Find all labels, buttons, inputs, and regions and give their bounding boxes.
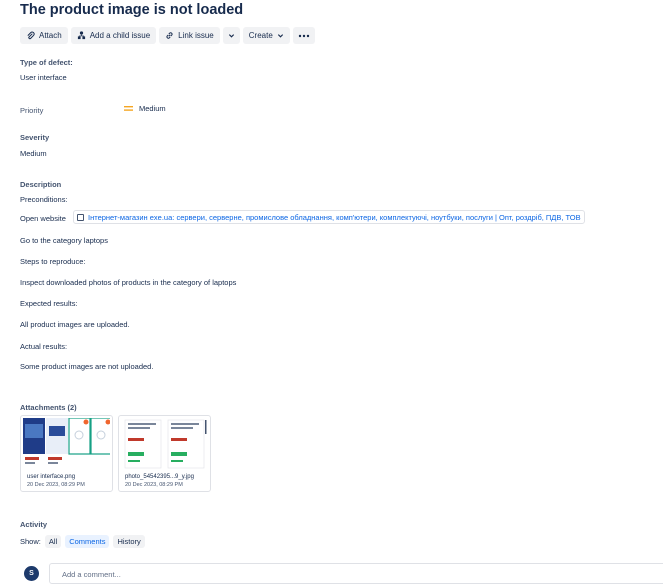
website-link[interactable]: Інтернет-магазин exe.ua: сервери, сервер… — [73, 210, 585, 224]
type-of-defect-label: Type of defect: — [20, 58, 73, 67]
create-label: Create — [248, 31, 273, 40]
link-issue-button[interactable]: Link issue — [159, 27, 220, 44]
child-issue-icon — [77, 31, 85, 40]
link-icon — [166, 32, 173, 39]
type-of-defect-value[interactable]: User interface — [20, 73, 67, 82]
severity-label: Severity — [20, 133, 50, 142]
activity-filter: Show: All Comments History — [20, 535, 145, 548]
attachment-card[interactable]: user interface.png 20 Dec 2023, 08:29 PM — [20, 415, 113, 492]
add-child-label: Add a child issue — [89, 31, 151, 40]
chevron-down-icon — [228, 34, 234, 38]
attach-label: Attach — [39, 31, 62, 40]
add-child-issue-button[interactable]: Add a child issue — [70, 27, 157, 44]
inspect-text: Inspect downloaded photos of products in… — [20, 278, 237, 287]
severity-value[interactable]: Medium — [20, 149, 47, 158]
attachment-date: 20 Dec 2023, 08:29 PM — [27, 482, 85, 488]
attachment-thumbnail — [23, 418, 110, 470]
webpage-icon — [77, 213, 84, 221]
actual-label: Actual results: — [20, 342, 68, 351]
actual-value: Some product images are not uploaded. — [20, 362, 154, 371]
tab-comments[interactable]: Comments — [65, 535, 110, 548]
preconditions-text: Preconditions: — [20, 195, 68, 204]
priority-medium-icon — [124, 106, 133, 111]
attachment-name: user interface.png — [27, 474, 76, 480]
issue-title[interactable]: The product image is not loaded — [20, 2, 243, 18]
link-issue-dropdown[interactable] — [222, 27, 240, 44]
avatar[interactable]: S — [24, 566, 39, 581]
steps-label: Steps to reproduce: — [20, 257, 86, 266]
attach-button[interactable]: Attach — [20, 27, 68, 44]
priority-field[interactable]: Medium — [124, 104, 166, 113]
more-actions-button[interactable] — [292, 27, 315, 44]
attachments-label: Attachments (2) — [20, 403, 77, 412]
attachment-name: photo_54542395...9_y.jpg — [125, 474, 194, 480]
tab-all[interactable]: All — [44, 535, 62, 548]
attachment-card[interactable]: photo_54542395...9_y.jpg 20 Dec 2023, 08… — [118, 415, 211, 492]
link-issue-label: Link issue — [178, 31, 214, 40]
go-to-category-text: Go to the category laptops — [20, 236, 108, 245]
activity-label: Activity — [20, 520, 48, 529]
more-icon — [298, 34, 309, 37]
priority-value: Medium — [139, 104, 166, 113]
create-button[interactable]: Create — [242, 27, 290, 44]
comment-input[interactable]: Add a comment... — [49, 563, 663, 584]
expected-value: All product images are uploaded. — [20, 320, 130, 329]
attachment-date: 20 Dec 2023, 08:29 PM — [125, 482, 183, 488]
show-label: Show: — [20, 537, 41, 546]
expected-label: Expected results: — [20, 299, 78, 308]
issue-toolbar: Attach Add a child issue Link issue Crea… — [20, 27, 315, 44]
open-website-text: Open website — [20, 214, 66, 223]
chevron-down-icon — [277, 34, 283, 38]
paperclip-icon — [27, 31, 35, 40]
tab-history[interactable]: History — [113, 535, 145, 548]
priority-label: Priority — [20, 106, 44, 115]
website-link-text: Інтернет-магазин exe.ua: сервери, сервер… — [88, 212, 581, 222]
description-label: Description — [20, 180, 62, 189]
attachment-thumbnail — [121, 418, 208, 470]
